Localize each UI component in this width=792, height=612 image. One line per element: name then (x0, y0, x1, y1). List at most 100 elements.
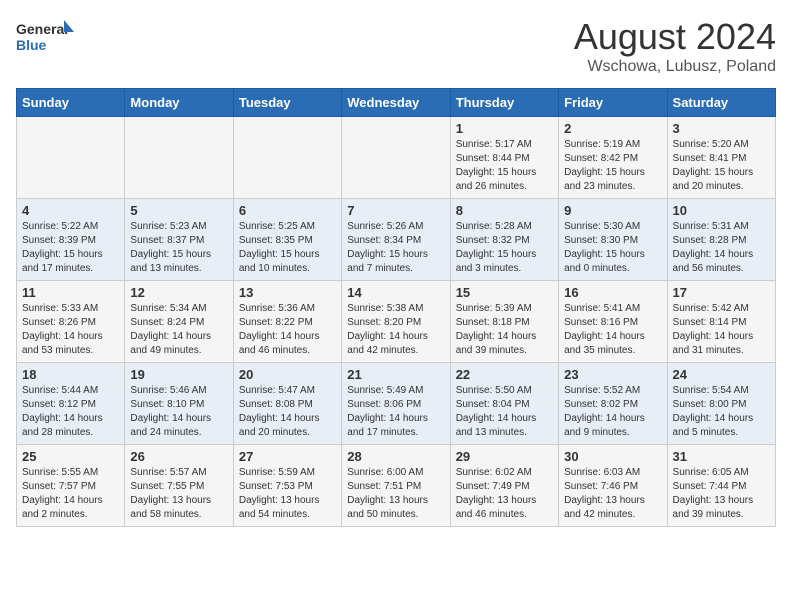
day-info: Sunrise: 5:38 AM Sunset: 8:20 PM Dayligh… (347, 302, 444, 358)
calendar-cell: 18 Sunrise: 5:44 AM Sunset: 8:12 PM Dayli… (17, 363, 125, 445)
day-number: 20 (239, 367, 336, 382)
calendar-cell: 24 Sunrise: 5:54 AM Sunset: 8:00 PM Dayli… (667, 363, 775, 445)
day-number: 24 (673, 367, 770, 382)
day-info: Sunrise: 6:02 AM Sunset: 7:49 PM Dayligh… (456, 466, 553, 522)
day-info: Sunrise: 5:17 AM Sunset: 8:44 PM Dayligh… (456, 138, 553, 194)
calendar-cell: 14 Sunrise: 5:38 AM Sunset: 8:20 PM Dayli… (342, 281, 450, 363)
svg-text:General: General (16, 21, 68, 37)
calendar-cell: 20 Sunrise: 5:47 AM Sunset: 8:08 PM Dayli… (233, 363, 341, 445)
weekday-header-thursday: Thursday (450, 89, 558, 117)
day-number: 7 (347, 203, 444, 218)
day-info: Sunrise: 5:20 AM Sunset: 8:41 PM Dayligh… (673, 138, 770, 194)
calendar-cell: 27 Sunrise: 5:59 AM Sunset: 7:53 PM Dayli… (233, 445, 341, 527)
calendar-cell: 23Sunrise: 5:52 AM Sunset: 8:02 PM Dayli… (559, 363, 667, 445)
day-info: Sunrise: 5:26 AM Sunset: 8:34 PM Dayligh… (347, 220, 444, 276)
day-number: 17 (673, 285, 770, 300)
day-number: 22 (456, 367, 553, 382)
calendar-cell (17, 117, 125, 199)
day-info: Sunrise: 5:46 AM Sunset: 8:10 PM Dayligh… (130, 384, 227, 440)
day-number: 27 (239, 449, 336, 464)
day-number: 23 (564, 367, 661, 382)
day-number: 26 (130, 449, 227, 464)
calendar-cell: 12 Sunrise: 5:34 AM Sunset: 8:24 PM Dayli… (125, 281, 233, 363)
weekday-header-tuesday: Tuesday (233, 89, 341, 117)
calendar-cell: 17 Sunrise: 5:42 AM Sunset: 8:14 PM Dayli… (667, 281, 775, 363)
day-number: 12 (130, 285, 227, 300)
calendar-cell: 10 Sunrise: 5:31 AM Sunset: 8:28 PM Dayli… (667, 199, 775, 281)
day-info: Sunrise: 5:36 AM Sunset: 8:22 PM Dayligh… (239, 302, 336, 358)
day-number: 5 (130, 203, 227, 218)
month-year: August 2024 (574, 16, 776, 58)
calendar-cell: 7 Sunrise: 5:26 AM Sunset: 8:34 PM Daylig… (342, 199, 450, 281)
day-number: 14 (347, 285, 444, 300)
calendar-cell: 4 Sunrise: 5:22 AM Sunset: 8:39 PM Daylig… (17, 199, 125, 281)
calendar-cell: 16 Sunrise: 5:41 AM Sunset: 8:16 PM Dayli… (559, 281, 667, 363)
calendar-cell: 6 Sunrise: 5:25 AM Sunset: 8:35 PM Daylig… (233, 199, 341, 281)
day-number: 4 (22, 203, 119, 218)
day-info: Sunrise: 5:34 AM Sunset: 8:24 PM Dayligh… (130, 302, 227, 358)
day-number: 19 (130, 367, 227, 382)
weekday-header-sunday: Sunday (17, 89, 125, 117)
day-number: 21 (347, 367, 444, 382)
calendar-cell: 15 Sunrise: 5:39 AM Sunset: 8:18 PM Dayli… (450, 281, 558, 363)
calendar-cell: 5 Sunrise: 5:23 AM Sunset: 8:37 PM Daylig… (125, 199, 233, 281)
day-number: 31 (673, 449, 770, 464)
calendar-cell: 30Sunrise: 6:03 AM Sunset: 7:46 PM Dayli… (559, 445, 667, 527)
day-number: 9 (564, 203, 661, 218)
day-number: 16 (564, 285, 661, 300)
day-number: 11 (22, 285, 119, 300)
day-info: Sunrise: 5:25 AM Sunset: 8:35 PM Dayligh… (239, 220, 336, 276)
day-info: Sunrise: 5:55 AM Sunset: 7:57 PM Dayligh… (22, 466, 119, 522)
day-number: 13 (239, 285, 336, 300)
calendar-cell: 13 Sunrise: 5:36 AM Sunset: 8:22 PM Dayli… (233, 281, 341, 363)
calendar-cell: 19 Sunrise: 5:46 AM Sunset: 8:10 PM Dayli… (125, 363, 233, 445)
calendar-cell: 26Sunrise: 5:57 AM Sunset: 7:55 PM Dayli… (125, 445, 233, 527)
calendar-cell: 8 Sunrise: 5:28 AM Sunset: 8:32 PM Daylig… (450, 199, 558, 281)
day-info: Sunrise: 5:31 AM Sunset: 8:28 PM Dayligh… (673, 220, 770, 276)
weekday-header-monday: Monday (125, 89, 233, 117)
calendar-week-5: 25Sunrise: 5:55 AM Sunset: 7:57 PM Dayli… (17, 445, 776, 527)
day-number: 30 (564, 449, 661, 464)
day-number: 2 (564, 121, 661, 136)
calendar-cell: 29 Sunrise: 6:02 AM Sunset: 7:49 PM Dayli… (450, 445, 558, 527)
weekday-header-wednesday: Wednesday (342, 89, 450, 117)
weekday-header-friday: Friday (559, 89, 667, 117)
day-info: Sunrise: 5:22 AM Sunset: 8:39 PM Dayligh… (22, 220, 119, 276)
day-info: Sunrise: 5:47 AM Sunset: 8:08 PM Dayligh… (239, 384, 336, 440)
day-info: Sunrise: 6:00 AM Sunset: 7:51 PM Dayligh… (347, 466, 444, 522)
day-number: 1 (456, 121, 553, 136)
day-number: 10 (673, 203, 770, 218)
day-info: Sunrise: 5:50 AM Sunset: 8:04 PM Dayligh… (456, 384, 553, 440)
svg-text:Blue: Blue (16, 37, 47, 53)
calendar-cell: 1 Sunrise: 5:17 AM Sunset: 8:44 PM Daylig… (450, 117, 558, 199)
calendar-cell: 21 Sunrise: 5:49 AM Sunset: 8:06 PM Dayli… (342, 363, 450, 445)
day-info: Sunrise: 5:28 AM Sunset: 8:32 PM Dayligh… (456, 220, 553, 276)
weekday-header-saturday: Saturday (667, 89, 775, 117)
day-info: Sunrise: 5:49 AM Sunset: 8:06 PM Dayligh… (347, 384, 444, 440)
day-info: Sunrise: 5:23 AM Sunset: 8:37 PM Dayligh… (130, 220, 227, 276)
day-number: 3 (673, 121, 770, 136)
calendar-week-3: 11Sunrise: 5:33 AM Sunset: 8:26 PM Dayli… (17, 281, 776, 363)
day-info: Sunrise: 5:19 AM Sunset: 8:42 PM Dayligh… (564, 138, 661, 194)
calendar-cell: 3 Sunrise: 5:20 AM Sunset: 8:41 PM Daylig… (667, 117, 775, 199)
title-block: August 2024 Wschowa, Lubusz, Poland (574, 16, 776, 76)
calendar-cell: 25Sunrise: 5:55 AM Sunset: 7:57 PM Dayli… (17, 445, 125, 527)
calendar-cell: 11Sunrise: 5:33 AM Sunset: 8:26 PM Dayli… (17, 281, 125, 363)
day-info: Sunrise: 5:41 AM Sunset: 8:16 PM Dayligh… (564, 302, 661, 358)
calendar-week-4: 18 Sunrise: 5:44 AM Sunset: 8:12 PM Dayli… (17, 363, 776, 445)
calendar-cell (342, 117, 450, 199)
day-number: 6 (239, 203, 336, 218)
day-info: Sunrise: 5:54 AM Sunset: 8:00 PM Dayligh… (673, 384, 770, 440)
day-number: 15 (456, 285, 553, 300)
day-number: 18 (22, 367, 119, 382)
weekday-header-row: SundayMondayTuesdayWednesdayThursdayFrid… (17, 89, 776, 117)
day-info: Sunrise: 5:39 AM Sunset: 8:18 PM Dayligh… (456, 302, 553, 358)
day-number: 29 (456, 449, 553, 464)
day-info: Sunrise: 5:59 AM Sunset: 7:53 PM Dayligh… (239, 466, 336, 522)
calendar-week-2: 4 Sunrise: 5:22 AM Sunset: 8:39 PM Daylig… (17, 199, 776, 281)
day-number: 8 (456, 203, 553, 218)
day-info: Sunrise: 5:42 AM Sunset: 8:14 PM Dayligh… (673, 302, 770, 358)
day-info: Sunrise: 5:44 AM Sunset: 8:12 PM Dayligh… (22, 384, 119, 440)
calendar-table: SundayMondayTuesdayWednesdayThursdayFrid… (16, 88, 776, 527)
page-header: GeneralBlue August 2024 Wschowa, Lubusz,… (16, 16, 776, 76)
